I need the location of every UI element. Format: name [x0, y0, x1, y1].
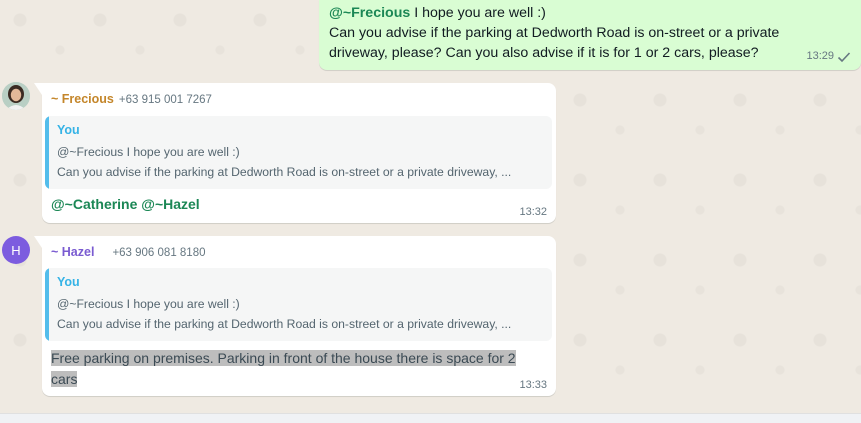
message-text: Free parking on premises. Parking in fro… [51, 348, 529, 390]
incoming-message-hazel[interactable]: ~ Hazel +63 906 081 8180 You @~Frecious … [34, 236, 556, 396]
outgoing-line-1: @~Frecious I hope you are well :) [329, 3, 851, 23]
quoted-message[interactable]: You @~Frecious I hope you are well :) Ca… [45, 116, 552, 189]
sender-row: ~ Frecious +63 915 001 7267 [51, 92, 212, 106]
quote-line-1: @~Frecious I hope you are well :) [57, 145, 240, 159]
selected-text-line-1: Free parking on premises. Parking in fro… [51, 350, 516, 366]
quote-line-2: Can you advise if the parking at Dedwort… [57, 317, 512, 331]
avatar-frecious[interactable] [2, 82, 30, 110]
sender-name[interactable]: ~ Hazel [51, 245, 94, 259]
message-time: 13:32 [519, 206, 547, 218]
outgoing-meta: 13:29 [806, 46, 851, 66]
outgoing-message[interactable]: @~Frecious I hope you are well :) Can yo… [319, 0, 861, 70]
quoted-message[interactable]: You @~Frecious I hope you are well :) Ca… [45, 268, 552, 341]
message-time: 13:29 [806, 50, 834, 62]
avatar-hazel[interactable]: H [2, 236, 30, 264]
quote-author: You [57, 123, 80, 137]
mention-frecious[interactable]: @~Frecious [329, 5, 410, 21]
message-time: 13:33 [519, 379, 547, 391]
outgoing-line-3: driveway, please? Can you also advise if… [329, 45, 759, 61]
sender-row: ~ Hazel +63 906 081 8180 [51, 245, 206, 259]
sender-phone[interactable]: +63 906 081 8180 [112, 247, 205, 259]
outgoing-line-2: Can you advise if the parking at Dedwort… [329, 25, 780, 41]
incoming-message-frecious[interactable]: ~ Frecious +63 915 001 7267 You @~Frecio… [34, 83, 556, 223]
quote-line-2: Can you advise if the parking at Dedwort… [57, 165, 512, 179]
sender-phone[interactable]: +63 915 001 7267 [119, 94, 212, 106]
single-check-icon [837, 50, 851, 63]
selected-text-line-2: cars [51, 371, 78, 387]
sender-name[interactable]: ~ Frecious [51, 92, 114, 106]
mentions-text[interactable]: @~Catherine @~Hazel [51, 196, 200, 212]
outgoing-text: I hope you are well :) [410, 5, 546, 21]
quote-author: You [57, 275, 80, 289]
quote-line-1: @~Frecious I hope you are well :) [57, 297, 240, 311]
